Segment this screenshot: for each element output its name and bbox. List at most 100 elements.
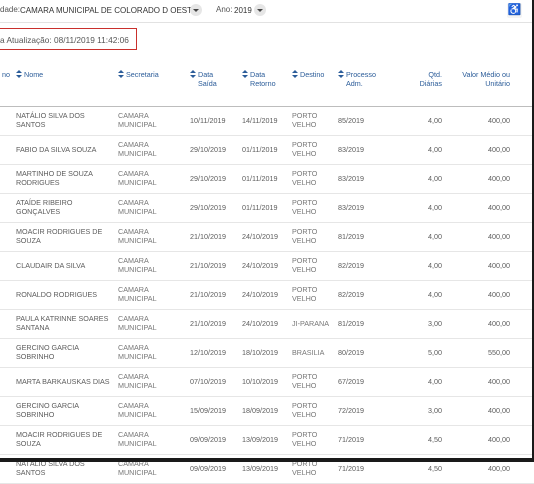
sort-icon — [242, 70, 248, 79]
cell-valor-total: 1.2 — [512, 396, 534, 426]
cell-qtd-diarias: 4,00 — [400, 280, 444, 310]
row-number — [0, 338, 14, 368]
cell-destino: PORTO VELHO — [290, 425, 336, 455]
cell-qtd-diarias: 4,50 — [400, 425, 444, 455]
col-header-destino[interactable]: Destino — [290, 64, 336, 107]
col-header-no[interactable]: no — [0, 64, 14, 107]
row-number — [0, 106, 14, 136]
cell-valor-medio: 400,00 — [444, 309, 512, 339]
cell-destino: PORTO VELHO — [290, 367, 336, 397]
cell-processo: 83/2019 — [336, 193, 400, 223]
table-row[interactable]: PAULA KATRINNE SOARES SANTANA CAMARA MUNI… — [0, 309, 534, 339]
table-row[interactable]: FABIO DA SILVA SOUZA CAMARA MUNICIPAL 29/1… — [0, 135, 534, 165]
cell-destino: PORTO VELHO — [290, 135, 336, 165]
sort-icon — [292, 70, 298, 79]
cell-destino: BRASILIA — [290, 338, 336, 368]
cell-secretaria: CAMARA MUNICIPAL — [116, 222, 188, 252]
cell-qtd-diarias: 4,00 — [400, 135, 444, 165]
row-number — [0, 251, 14, 281]
cell-valor-medio: 400,00 — [444, 367, 512, 397]
cell-valor-total: 1.6 — [512, 367, 534, 397]
col-header-nome[interactable]: Nome — [14, 64, 116, 107]
cell-data-saida: 29/10/2019 — [188, 193, 240, 223]
cell-valor-total: 1.6 — [512, 251, 534, 281]
cell-processo: 82/2019 — [336, 251, 400, 281]
table-row[interactable]: GERCINO GARCIA SOBRINHO CAMARA MUNICIPAL 1… — [0, 338, 534, 368]
sort-icon — [190, 70, 196, 79]
cell-valor-total: 1.6 — [512, 135, 534, 165]
cell-data-retorno: 24/10/2019 — [240, 280, 290, 310]
cell-secretaria: CAMARA MUNICIPAL — [116, 106, 188, 136]
table-row[interactable]: GERCINO GARCIA SOBRINHO CAMARA MUNICIPAL 1… — [0, 396, 534, 426]
col-header-valor-medio[interactable]: Valor Médio ou Unitário — [444, 64, 512, 107]
wheelchair-icon[interactable]: ♿ — [507, 3, 522, 18]
table-row[interactable]: CLAUDAIR DA SILVA CAMARA MUNICIPAL 21/10/2… — [0, 251, 534, 281]
cell-nome: FABIO DA SILVA SOUZA — [14, 135, 116, 165]
table-header: no Nome Secretaria Data Saída Data Retor… — [0, 64, 534, 107]
table-row[interactable]: NATÁLIO SILVA DOS SANTOS CAMARA MUNICIPAL… — [0, 106, 534, 136]
cell-data-saida: 21/10/2019 — [188, 222, 240, 252]
cell-valor-medio: 550,00 — [444, 338, 512, 368]
cell-valor-total: 1.6 — [512, 164, 534, 194]
cell-qtd-diarias: 4,00 — [400, 251, 444, 281]
col-header-data-saida[interactable]: Data Saída — [188, 64, 240, 107]
table-row[interactable]: MARTINHO DE SOUZA RODRIGUES CAMARA MUNICI… — [0, 164, 534, 194]
cell-valor-medio: 400,00 — [444, 135, 512, 165]
cell-data-retorno: 24/10/2019 — [240, 251, 290, 281]
ano-select[interactable]: 2019 — [234, 4, 252, 17]
cell-nome: RONALDO RODRIGUES — [14, 280, 116, 310]
cell-qtd-diarias: 4,00 — [400, 222, 444, 252]
cell-valor-medio: 400,00 — [444, 251, 512, 281]
cell-valor-total: 1.8 — [512, 425, 534, 455]
cell-secretaria: CAMARA MUNICIPAL — [116, 280, 188, 310]
cell-data-saida: 15/09/2019 — [188, 396, 240, 426]
col-header-processo[interactable]: Processo Adm. — [336, 64, 400, 107]
window-edge-bottom — [0, 458, 534, 462]
cell-secretaria: CAMARA MUNICIPAL — [116, 135, 188, 165]
ano-dropdown-icon[interactable] — [254, 4, 266, 16]
cell-secretaria: CAMARA MUNICIPAL — [116, 396, 188, 426]
cell-valor-total: 1.6 — [512, 222, 534, 252]
unidade-select[interactable]: CAMARA MUNICIPAL DE COLORADO D OESTE — [20, 4, 197, 17]
cell-nome: MARTINHO DE SOUZA RODRIGUES — [14, 164, 116, 194]
row-number — [0, 309, 14, 339]
col-header-data-retorno[interactable]: Data Retorno — [240, 64, 290, 107]
cell-nome: MARTA BARKAUSKAS DIAS — [14, 367, 116, 397]
col-header-valor-total[interactable]: V — [512, 64, 534, 107]
row-number — [0, 164, 14, 194]
col-header-secretaria[interactable]: Secretaria — [116, 64, 188, 107]
table-row[interactable]: MOACIR RODRIGUES DE SOUZA CAMARA MUNICIPA… — [0, 222, 534, 252]
table-row[interactable]: MOACIR RODRIGUES DE SOUZA CAMARA MUNICIPA… — [0, 425, 534, 455]
row-number — [0, 222, 14, 252]
cell-nome: NATÁLIO SILVA DOS SANTOS — [14, 106, 116, 136]
table-row[interactable]: MARTA BARKAUSKAS DIAS CAMARA MUNICIPAL 07/… — [0, 367, 534, 397]
cell-data-retorno: 24/10/2019 — [240, 309, 290, 339]
row-number — [0, 135, 14, 165]
table-row[interactable]: ATAÍDE RIBEIRO GONÇALVES CAMARA MUNICIPAL… — [0, 193, 534, 223]
cell-qtd-diarias: 3,00 — [400, 396, 444, 426]
cell-secretaria: CAMARA MUNICIPAL — [116, 338, 188, 368]
cell-processo: 71/2019 — [336, 425, 400, 455]
cell-destino: PORTO VELHO — [290, 251, 336, 281]
cell-processo: 67/2019 — [336, 367, 400, 397]
cell-data-saida: 21/10/2019 — [188, 280, 240, 310]
cell-qtd-diarias: 5,00 — [400, 338, 444, 368]
cell-nome: CLAUDAIR DA SILVA — [14, 251, 116, 281]
col-header-qtd-diarias[interactable]: Qtd. Diárias — [400, 64, 444, 107]
sort-icon — [338, 70, 344, 79]
cell-processo: 81/2019 — [336, 222, 400, 252]
cell-valor-medio: 400,00 — [444, 164, 512, 194]
unidade-dropdown-icon[interactable] — [190, 4, 202, 16]
cell-data-retorno: 14/11/2019 — [240, 106, 290, 136]
cell-data-saida: 29/10/2019 — [188, 164, 240, 194]
cell-valor-medio: 400,00 — [444, 396, 512, 426]
row-number — [0, 425, 14, 455]
cell-qtd-diarias: 4,00 — [400, 193, 444, 223]
cell-destino: PORTO VELHO — [290, 222, 336, 252]
row-number — [0, 193, 14, 223]
cell-secretaria: CAMARA MUNICIPAL — [116, 193, 188, 223]
cell-destino: PORTO VELHO — [290, 396, 336, 426]
cell-processo: 85/2019 — [336, 106, 400, 136]
cell-destino: PORTO VELHO — [290, 280, 336, 310]
table-row[interactable]: RONALDO RODRIGUES CAMARA MUNICIPAL 21/10/2… — [0, 280, 534, 310]
